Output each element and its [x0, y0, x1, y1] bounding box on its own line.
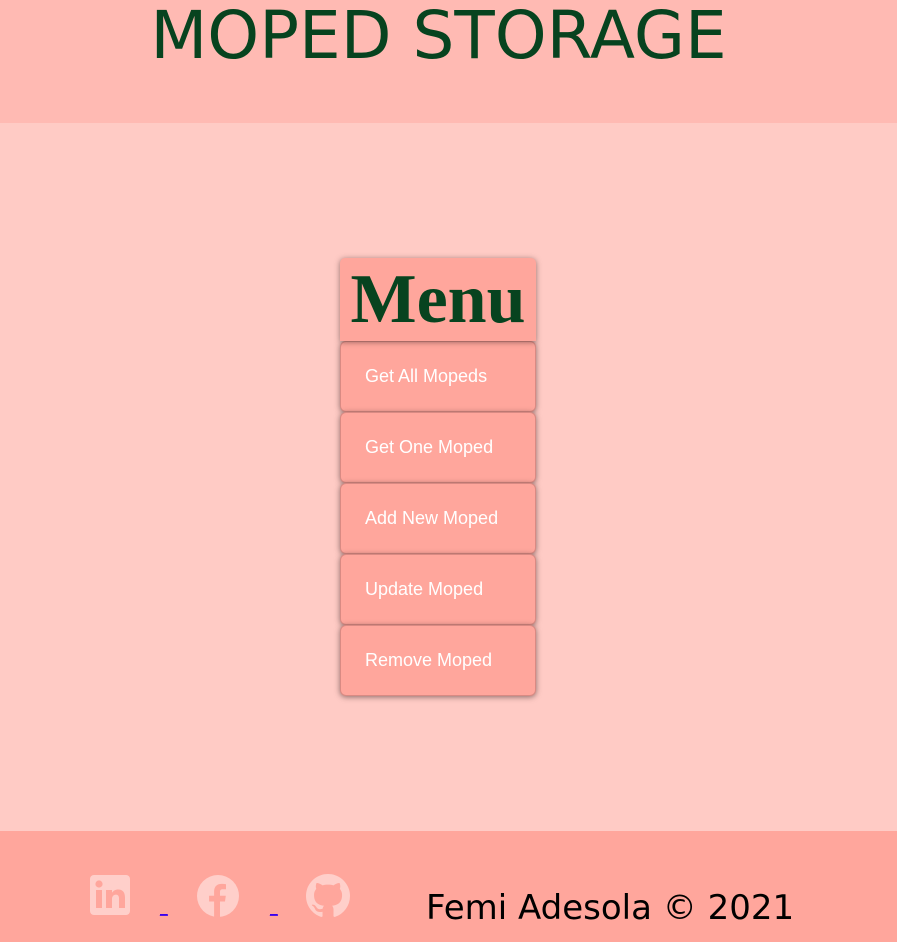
- github-icon: [306, 874, 350, 917]
- site-footer: _ _ Femi Adesola © 2021: [0, 831, 897, 942]
- linkedin-icon: [90, 875, 130, 915]
- add-new-moped-button[interactable]: Add New Moped: [340, 483, 536, 554]
- footer-separator-link[interactable]: _: [270, 901, 278, 915]
- linkedin-link[interactable]: [89, 874, 131, 916]
- footer-separator-link[interactable]: _: [160, 901, 168, 915]
- github-link[interactable]: [306, 874, 350, 917]
- remove-moped-button[interactable]: Remove Moped: [340, 625, 536, 696]
- footer-credit: Femi Adesola © 2021: [426, 888, 795, 928]
- main-menu: Menu Get All Mopeds Get One Moped Add Ne…: [340, 258, 536, 696]
- site-title: MOPED STORAGE: [150, 0, 727, 74]
- update-moped-button[interactable]: Update Moped: [340, 554, 536, 625]
- get-all-mopeds-button[interactable]: Get All Mopeds: [340, 341, 536, 412]
- facebook-link[interactable]: [196, 874, 239, 917]
- site-header: MOPED STORAGE: [0, 0, 897, 123]
- menu-header: Menu: [340, 258, 536, 341]
- get-one-moped-button[interactable]: Get One Moped: [340, 412, 536, 483]
- facebook-icon: [197, 875, 239, 917]
- menu-title: Menu: [350, 261, 526, 338]
